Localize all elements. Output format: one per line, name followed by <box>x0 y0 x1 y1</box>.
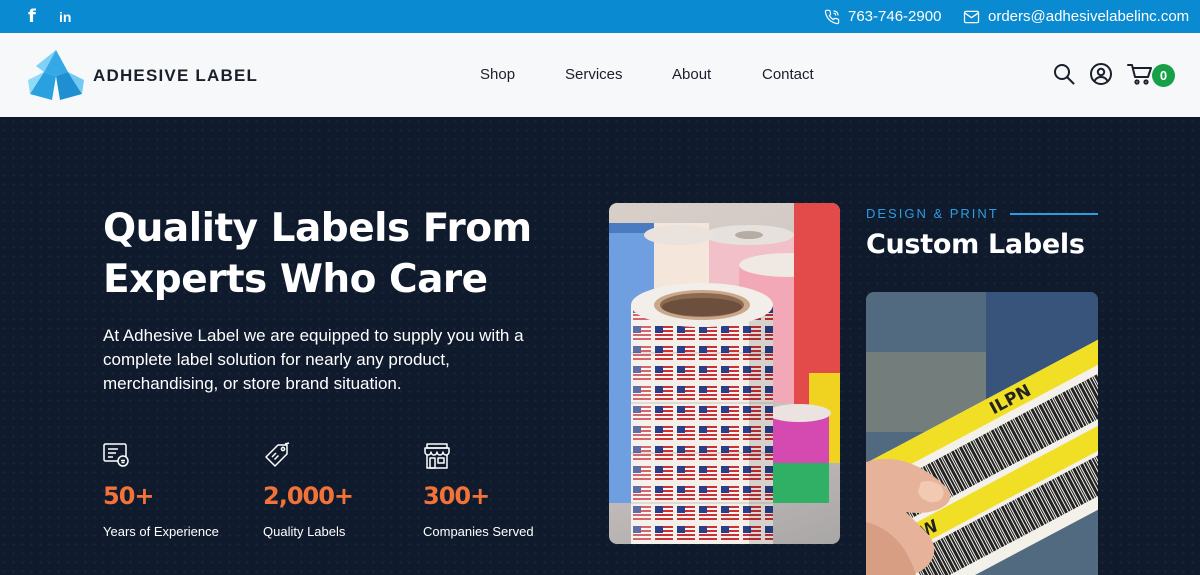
stat-labels: 2,000+ Quality Labels <box>263 442 354 539</box>
stat-label: Companies Served <box>423 524 534 539</box>
brand-name[interactable]: ADHESIVE LABEL <box>93 66 258 86</box>
stat-value: 2,000+ <box>263 482 354 510</box>
nav-shop[interactable]: Shop <box>480 66 515 83</box>
stat-value: 300+ <box>423 482 490 510</box>
phone-icon <box>824 9 840 24</box>
label-rolls-photo <box>609 203 840 544</box>
email-address: orders@adhesivelabelinc.com <box>988 8 1190 25</box>
hero-description: At Adhesive Label we are equipped to sup… <box>103 326 524 393</box>
hero-headline: Quality Labels From Experts Who Care <box>103 203 563 305</box>
logo-icon[interactable] <box>28 50 84 100</box>
stat-years: 50+ Years of Experience <box>103 442 219 539</box>
stat-value: 50+ <box>103 482 155 510</box>
phone-link[interactable]: 763-746-2900 <box>824 0 941 33</box>
storefront-icon <box>424 443 450 469</box>
linkedin-icon[interactable]: in <box>59 0 71 33</box>
cart-count-badge[interactable]: 0 <box>1152 64 1175 87</box>
headline-line-1: Quality Labels From <box>103 206 532 251</box>
user-icon[interactable] <box>1089 62 1113 86</box>
cart-icon[interactable] <box>1127 62 1153 86</box>
kicker-divider <box>1010 213 1098 215</box>
tag-icon <box>265 442 290 467</box>
nav-about[interactable]: About <box>672 66 711 83</box>
search-icon[interactable] <box>1052 62 1076 86</box>
hero-section: Quality Labels From Experts Who Care At … <box>0 117 1200 575</box>
certificate-icon <box>103 443 129 467</box>
stat-companies: 300+ Companies Served <box>423 442 534 539</box>
top-bar: f in 763-746-2900 orders@adhesivelabelin… <box>0 0 1200 33</box>
nav-services[interactable]: Services <box>565 66 623 83</box>
feature-title[interactable]: Custom Labels <box>866 229 1085 260</box>
facebook-icon[interactable]: f <box>28 0 36 33</box>
email-link[interactable]: orders@adhesivelabelinc.com <box>963 0 1189 33</box>
nav-contact[interactable]: Contact <box>762 66 814 83</box>
stat-label: Years of Experience <box>103 524 219 539</box>
envelope-icon <box>963 10 980 23</box>
feature-kicker: DESIGN & PRINT <box>866 206 999 221</box>
headline-line-2: Experts Who Care <box>103 257 488 302</box>
phone-number: 763-746-2900 <box>848 8 942 25</box>
site-header: ADHESIVE LABEL Shop Services About Conta… <box>0 33 1200 117</box>
stat-label: Quality Labels <box>263 524 346 539</box>
barcode-labels-photo[interactable]: ILPN W <box>866 292 1098 575</box>
